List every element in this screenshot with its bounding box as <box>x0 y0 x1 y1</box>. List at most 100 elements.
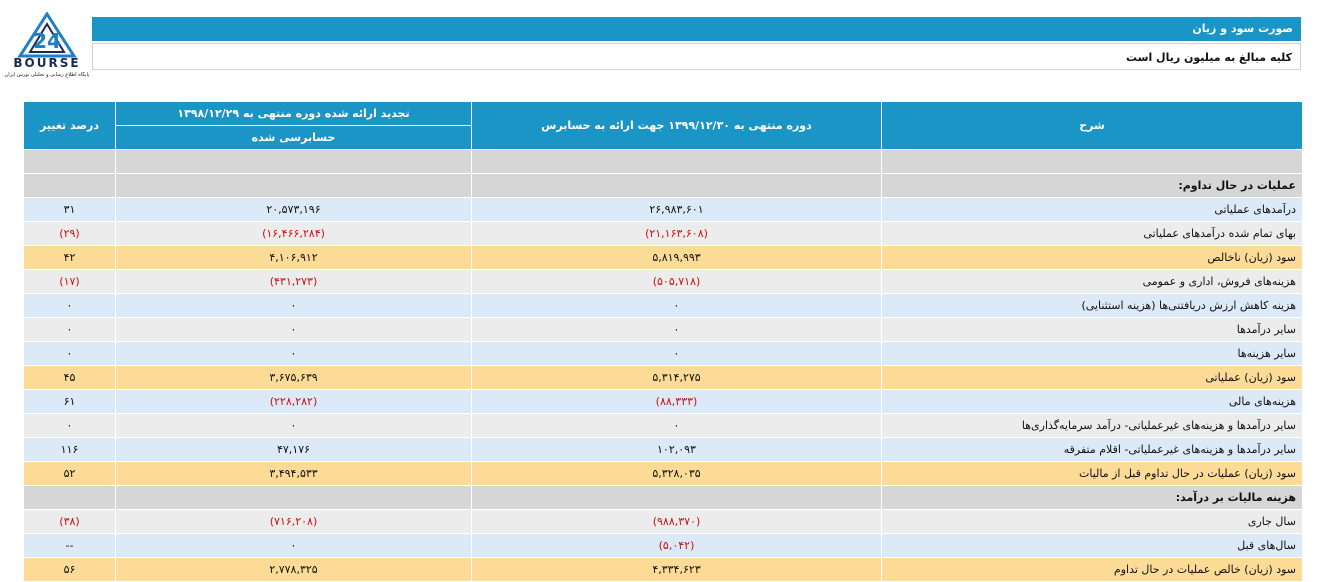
logo-mark-icon: 24 <box>17 12 77 58</box>
row-label: هزینه‌های مالی <box>881 389 1303 414</box>
row-label: بهای تمام شده درآمدهای عملیاتی <box>881 221 1303 246</box>
row-label: سود (زیان) عملیات در حال تداوم قبل از ما… <box>881 461 1303 486</box>
change-percent-value: ۰ <box>23 413 116 438</box>
current-period-value: ۰ <box>471 293 882 318</box>
current-period-value: ۰ <box>471 413 882 438</box>
current-period-value: ۱۰۲,۰۹۳ <box>471 437 882 462</box>
table-row: سال‌های قبل (۵,۰۴۲) ۰ -- <box>23 533 1303 558</box>
previous-period-value: ۰ <box>115 317 472 342</box>
change-percent-value: ۰ <box>23 293 116 318</box>
table-row <box>23 149 1303 174</box>
previous-period-value <box>115 173 472 198</box>
previous-period-value <box>115 149 472 174</box>
table-row: سود (زیان) عملیات در حال تداوم قبل از ما… <box>23 461 1303 486</box>
change-percent-value <box>23 173 116 198</box>
table-row: بهای تمام شده درآمدهای عملیاتی (۲۱,۱۶۳,۶۰… <box>23 221 1303 246</box>
table-row: سود (زیان) عملیاتی ۵,۳۱۴,۲۷۵ ۳,۶۷۵,۶۳۹ ۴۵ <box>23 365 1303 390</box>
current-period-value: ۵,۳۱۴,۲۷۵ <box>471 365 882 390</box>
current-period-value: (۸۸,۳۳۳) <box>471 389 882 414</box>
header-desc: شرح <box>881 101 1303 150</box>
table-row: سایر درآمدها ۰ ۰ ۰ <box>23 317 1303 342</box>
report-title: صورت سود و زیان <box>92 17 1301 41</box>
row-label: درآمدهای عملیاتی <box>881 197 1303 222</box>
current-period-value: ۰ <box>471 341 882 366</box>
row-label: سود (زیان) عملیاتی <box>881 365 1303 390</box>
table-row: درآمدهای عملیاتی ۲۶,۹۸۳,۶۰۱ ۲۰,۵۷۳,۱۹۶ ۳۱ <box>23 197 1303 222</box>
table-row: هزینه کاهش ارزش دریافتنی‌ها (هزینه استثن… <box>23 293 1303 318</box>
current-period-value: ۴,۳۳۴,۶۲۳ <box>471 557 882 582</box>
row-label: سود (زیان) خالص عملیات در حال تداوم <box>881 557 1303 582</box>
current-period-value: ۲۶,۹۸۳,۶۰۱ <box>471 197 882 222</box>
row-label: سایر هزینه‌ها <box>881 341 1303 366</box>
previous-period-value: ۰ <box>115 533 472 558</box>
row-label: سال جاری <box>881 509 1303 534</box>
change-percent-value: ۶۱ <box>23 389 116 414</box>
change-percent-value: ۴۲ <box>23 245 116 270</box>
change-percent-value: ۱۱۶ <box>23 437 116 462</box>
row-label <box>881 149 1303 174</box>
current-period-value: ۵,۳۲۸,۰۳۵ <box>471 461 882 486</box>
previous-period-value: ۲۰,۵۷۳,۱۹۶ <box>115 197 472 222</box>
previous-period-value: ۲,۷۷۸,۳۲۵ <box>115 557 472 582</box>
current-period-value <box>471 149 882 174</box>
logo-number: 24 <box>33 29 61 53</box>
logo-wordmark: BOURSE <box>13 56 81 70</box>
change-percent-value: ۵۲ <box>23 461 116 486</box>
row-label: سایر درآمدها <box>881 317 1303 342</box>
header-previous-audited: حسابرسی شده <box>115 125 472 150</box>
table-body: عملیات در حال تداوم: درآمدهای عملیاتی ۲۶,۹… <box>23 149 1303 582</box>
current-period-value <box>471 485 882 510</box>
current-period-value: (۵,۰۴۲) <box>471 533 882 558</box>
table-row: هزینه‌های فروش، اداری و عمومی (۵۰۵,۷۱۸) (۴… <box>23 269 1303 294</box>
previous-period-value: ۴,۱۰۶,۹۱۲ <box>115 245 472 270</box>
table-row: سایر درآمدها و هزینه‌های غیرعملیاتی- اقل… <box>23 437 1303 462</box>
current-period-value: (۹۸۸,۳۷۰) <box>471 509 882 534</box>
table-row: عملیات در حال تداوم: <box>23 173 1303 198</box>
change-percent-value: ۰ <box>23 341 116 366</box>
previous-period-value: ۳,۴۹۴,۵۳۳ <box>115 461 472 486</box>
current-period-value: (۵۰۵,۷۱۸) <box>471 269 882 294</box>
row-label: سایر درآمدها و هزینه‌های غیرعملیاتی- درآ… <box>881 413 1303 438</box>
row-label: سال‌های قبل <box>881 533 1303 558</box>
row-label: سایر درآمدها و هزینه‌های غیرعملیاتی- اقل… <box>881 437 1303 462</box>
table-row: سایر هزینه‌ها ۰ ۰ ۰ <box>23 341 1303 366</box>
row-label: عملیات در حال تداوم: <box>881 173 1303 198</box>
table-row: هزینه مالیات بر درآمد: <box>23 485 1303 510</box>
table-row: سود (زیان) ناخالص ۵,۸۱۹,۹۹۳ ۴,۱۰۶,۹۱۲ ۴۲ <box>23 245 1303 270</box>
change-percent-value: (۱۷) <box>23 269 116 294</box>
bourse24-logo: 24 BOURSE پایگاه اطلاع رسانی و تحلیلی بو… <box>4 12 90 82</box>
table-row: هزینه‌های مالی (۸۸,۳۳۳) (۲۲۸,۲۸۲) ۶۱ <box>23 389 1303 414</box>
table-row: سایر درآمدها و هزینه‌های غیرعملیاتی- درآ… <box>23 413 1303 438</box>
change-percent-value: ۰ <box>23 317 116 342</box>
previous-period-value: ۰ <box>115 413 472 438</box>
units-note: کلیه مبالغ به میلیون ریال است <box>92 43 1301 70</box>
previous-period-value <box>115 485 472 510</box>
current-period-value: ۰ <box>471 317 882 342</box>
table-row: سال جاری (۹۸۸,۳۷۰) (۷۱۶,۲۰۸) (۳۸) <box>23 509 1303 534</box>
change-percent-value <box>23 149 116 174</box>
row-label: هزینه‌های فروش، اداری و عمومی <box>881 269 1303 294</box>
logo-tagline: پایگاه اطلاع رسانی و تحلیلی بورس ایران <box>4 72 90 78</box>
income-statement-table: شرح دوره منتهی به ۱۳۹۹/۱۲/۳۰ جهت ارائه ب… <box>23 101 1303 582</box>
previous-period-value: ۴۷,۱۷۶ <box>115 437 472 462</box>
row-label: هزینه مالیات بر درآمد: <box>881 485 1303 510</box>
change-percent-value: ۵۶ <box>23 557 116 582</box>
change-percent-value: ۳۱ <box>23 197 116 222</box>
previous-period-value: (۱۶,۴۶۶,۲۸۴) <box>115 221 472 246</box>
header-current-period: دوره منتهی به ۱۳۹۹/۱۲/۳۰ جهت ارائه به حس… <box>471 101 882 150</box>
row-label: هزینه کاهش ارزش دریافتنی‌ها (هزینه استثن… <box>881 293 1303 318</box>
change-percent-value: (۲۹) <box>23 221 116 246</box>
table-row: سود (زیان) خالص عملیات در حال تداوم ۴,۳۳۴… <box>23 557 1303 582</box>
row-label: سود (زیان) ناخالص <box>881 245 1303 270</box>
change-percent-value: ۴۵ <box>23 365 116 390</box>
change-percent-value <box>23 485 116 510</box>
previous-period-value: ۰ <box>115 341 472 366</box>
change-percent-value: (۳۸) <box>23 509 116 534</box>
current-period-value <box>471 173 882 198</box>
previous-period-value: (۷۱۶,۲۰۸) <box>115 509 472 534</box>
previous-period-value: ۳,۶۷۵,۶۳۹ <box>115 365 472 390</box>
header-previous-period: تجدید ارائه شده دوره منتهی به ۱۳۹۸/۱۲/۲۹ <box>115 101 472 126</box>
header-change-percent: درصد تغییر <box>23 101 116 150</box>
previous-period-value: (۲۲۸,۲۸۲) <box>115 389 472 414</box>
change-percent-value: -- <box>23 533 116 558</box>
